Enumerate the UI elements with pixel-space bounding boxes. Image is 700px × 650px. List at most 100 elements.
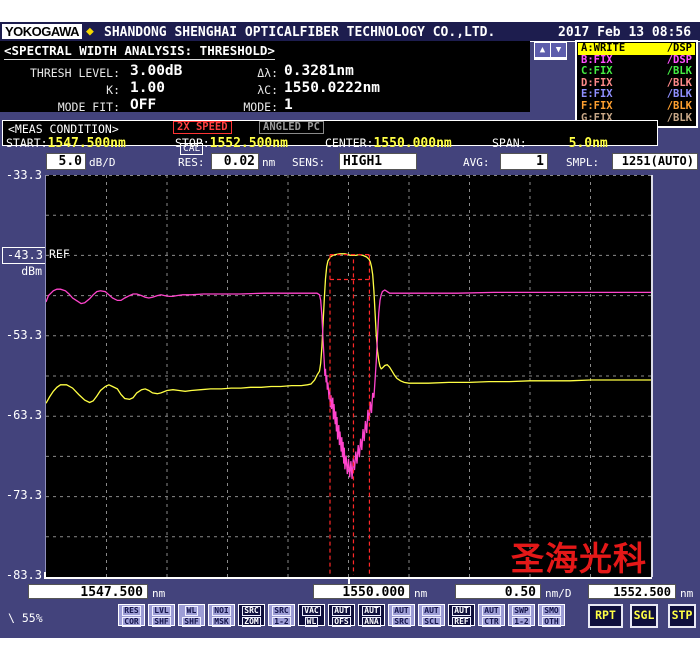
analysis-title: <SPECTRAL WIDTH ANALYSIS: THRESHOLD> <box>4 43 275 60</box>
osa-screenshot: YOKOGAWA ◆ SHANDONG SHENGHAI OPTICALFIBE… <box>0 0 700 650</box>
softkey-label: AUT <box>422 606 440 616</box>
res-label: RES: <box>178 156 205 169</box>
arrow-up-button[interactable]: ▲ <box>535 43 550 57</box>
softkey-label: LVL <box>152 606 170 616</box>
softkey-label: AUT <box>392 606 410 616</box>
meas-field-value: 1552.500nm <box>210 136 288 151</box>
softkey-label: OFS <box>332 617 350 627</box>
osa-screen: YOKOGAWA ◆ SHANDONG SHENGHAI OPTICALFIBE… <box>0 22 700 638</box>
ref-level-box: -43.3 <box>2 247 46 264</box>
softkey-vac-wl[interactable]: VACWL <box>298 604 325 626</box>
y-tick-label: -53.3 <box>0 328 42 342</box>
meas-field-label: CENTER: <box>325 136 373 150</box>
softkey-wl-shf[interactable]: WLSHF <box>178 604 205 626</box>
softkey-label: ZOM <box>242 617 260 627</box>
softkey-swp-1-2[interactable]: SWP1-2 <box>508 604 535 626</box>
zoom-indicator: \ 55% <box>8 611 43 625</box>
softkey-label: NOI <box>212 606 230 616</box>
softkey-aut-ctr[interactable]: AUTCTR <box>478 604 505 626</box>
x-scale-unit: nm/D <box>545 587 572 600</box>
header-bar: YOKOGAWA ◆ SHANDONG SHENGHAI OPTICALFIBE… <box>0 22 700 42</box>
softkey-label: AUT <box>332 606 350 616</box>
softkey-res-cor[interactable]: RESCOR <box>118 604 145 626</box>
spectral-analysis-panel: <SPECTRAL WIDTH ANALYSIS: THRESHOLD> THR… <box>0 41 530 112</box>
softkey-label: SMO <box>542 606 560 616</box>
meas-field-center: CENTER:1550.000nm <box>325 132 452 151</box>
softkey-noi-msk[interactable]: NOIMSK <box>208 604 235 626</box>
analysis-label: λC: <box>196 83 278 97</box>
softkey-label: AUT <box>452 606 470 616</box>
softkey-smo-oth[interactable]: SMOOTH <box>538 604 565 626</box>
softkey-aut-scl[interactable]: AUTSCL <box>418 604 445 626</box>
x-start-unit: nm <box>152 587 165 600</box>
softkey-aut-ana[interactable]: AUTANA <box>358 604 385 626</box>
softkey-lvl-shf[interactable]: LVLSHF <box>148 604 175 626</box>
level-scale-unit: dB/D <box>89 156 116 169</box>
sgl-button[interactable]: SGL <box>630 604 658 628</box>
action-key-row: RPT SGL STP <box>588 604 696 628</box>
meas-field-label: SPAN: <box>492 136 527 150</box>
sens-field[interactable]: HIGH1 <box>339 153 417 170</box>
avg-label: AVG: <box>463 156 490 169</box>
meas-field-value: 1550.000nm <box>373 136 451 151</box>
trace-display-mode: /BLK <box>667 101 692 113</box>
trace-display-mode: /DSP <box>667 43 692 55</box>
softkey-aut-ref[interactable]: AUTREF <box>448 604 475 626</box>
softkey-label: REF <box>452 617 470 627</box>
softkey-label: COR <box>122 617 140 627</box>
trace-name: F:FIX <box>581 101 613 113</box>
ref-marker-label: REF <box>49 247 70 261</box>
softkey-label: MSK <box>212 617 230 627</box>
softkey-label: 1-2 <box>272 617 290 627</box>
stp-button[interactable]: STP <box>668 604 696 628</box>
softkey-label: OTH <box>542 617 560 627</box>
softkey-label: SRC <box>272 606 290 616</box>
x-stop-unit: nm <box>680 587 693 600</box>
softkey-label: SRC <box>392 617 410 627</box>
softkey-label: RES <box>122 606 140 616</box>
level-scale-field[interactable]: 5.0 <box>46 153 86 170</box>
x-center-field[interactable]: 1550.000 <box>313 584 410 599</box>
company-name: SHANDONG SHENGHAI OPTICALFIBER TECHNOLOG… <box>104 25 495 40</box>
x-center-unit: nm <box>414 587 427 600</box>
analysis-label: K: <box>0 83 120 97</box>
analysis-label: THRESH LEVEL: <box>0 66 120 80</box>
softkey-label: WL <box>185 606 199 616</box>
avg-field[interactable]: 1 <box>500 153 548 170</box>
arrow-down-button[interactable]: ▼ <box>551 43 566 57</box>
meas-condition-panel: <MEAS CONDITION> 2X SPEED ANGLED PC STAR… <box>2 120 658 146</box>
x-stop-field[interactable]: 1552.500 <box>588 584 676 599</box>
softkey-label: AUT <box>482 606 500 616</box>
res-field[interactable]: 0.02 <box>211 153 259 170</box>
softkey-aut-src[interactable]: AUTSRC <box>388 604 415 626</box>
trace-name: A:WRITE <box>581 43 625 55</box>
trace-row-a[interactable]: A:WRITE/DSP <box>578 43 695 55</box>
softkey-label: WL <box>305 617 319 627</box>
y-tick-label: -83.3 <box>0 568 42 582</box>
yokogawa-logo: YOKOGAWA <box>2 24 82 39</box>
softkey-src-1-2[interactable]: SRC1-2 <box>268 604 295 626</box>
analysis-value: 1550.0222nm <box>284 80 380 96</box>
smpl-field[interactable]: 1251(AUTO) <box>612 153 698 170</box>
softkey-label: SCL <box>422 617 440 627</box>
y-axis-unit: dBm <box>0 264 42 278</box>
trace-plot <box>46 175 651 577</box>
sens-label: SENS: <box>292 156 325 169</box>
analysis-value: 3.00dB <box>130 63 182 79</box>
rpt-button[interactable]: RPT <box>588 604 623 628</box>
softkey-label: VAC <box>302 606 320 616</box>
trace-list-panel: A:WRITE/DSPB:FIX/DSPC:FIX/BLKD:FIX/BLKE:… <box>575 40 698 128</box>
datetime-display: 2017 Feb 13 08:56 <box>558 25 691 40</box>
softkey-label: CTR <box>482 617 500 627</box>
softkey-aut-ofs[interactable]: AUTOFS <box>328 604 355 626</box>
x-scale-field[interactable]: 0.50 <box>455 584 541 599</box>
cal-indicator: CAL <box>180 143 203 155</box>
scroll-arrows: ▲ ▼ <box>534 42 567 60</box>
analysis-value: 1 <box>284 97 293 113</box>
y-tick-label: -73.3 <box>0 488 42 502</box>
x-start-field[interactable]: 1547.500 <box>28 584 148 599</box>
trace-row-f[interactable]: F:FIX/BLK <box>578 101 695 113</box>
softkey-src-zom[interactable]: SRCZOM <box>238 604 265 626</box>
spectrum-chart: REF 圣海光科 <box>45 175 653 577</box>
y-tick-label: -33.3 <box>0 168 42 182</box>
